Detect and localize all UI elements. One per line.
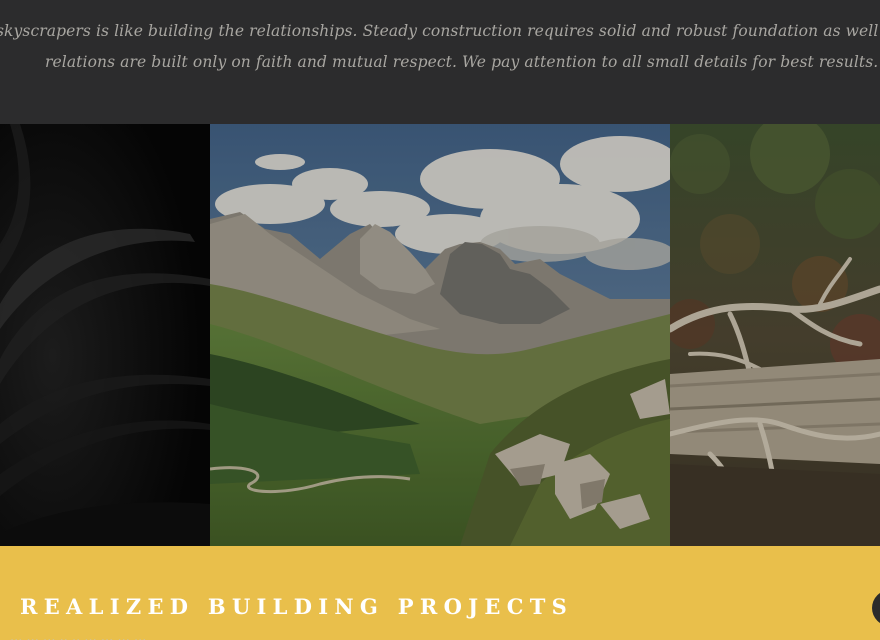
forest-driftwood-illustration — [670, 124, 880, 546]
projects-heading: REALIZED BUILDING PROJECTS — [20, 594, 574, 619]
projects-subtext: ... ... ... .. .. ... ... ... ... — [10, 630, 147, 640]
image-gallery — [0, 124, 880, 546]
intro-quote-section: skyscrapers is like building the relatio… — [0, 0, 880, 124]
mountain-valley-photo[interactable] — [210, 124, 670, 546]
circle-button[interactable] — [872, 590, 880, 626]
open-book-photo[interactable] — [0, 124, 210, 546]
forest-driftwood-photo[interactable] — [670, 124, 880, 546]
realized-projects-section: REALIZED BUILDING PROJECTS ... ... ... .… — [0, 546, 880, 640]
intro-quote-line-2: relations are built only on faith and mu… — [45, 53, 879, 71]
mountain-valley-illustration — [210, 124, 670, 546]
open-book-illustration — [0, 124, 210, 546]
intro-quote-line-1: skyscrapers is like building the relatio… — [0, 22, 880, 40]
